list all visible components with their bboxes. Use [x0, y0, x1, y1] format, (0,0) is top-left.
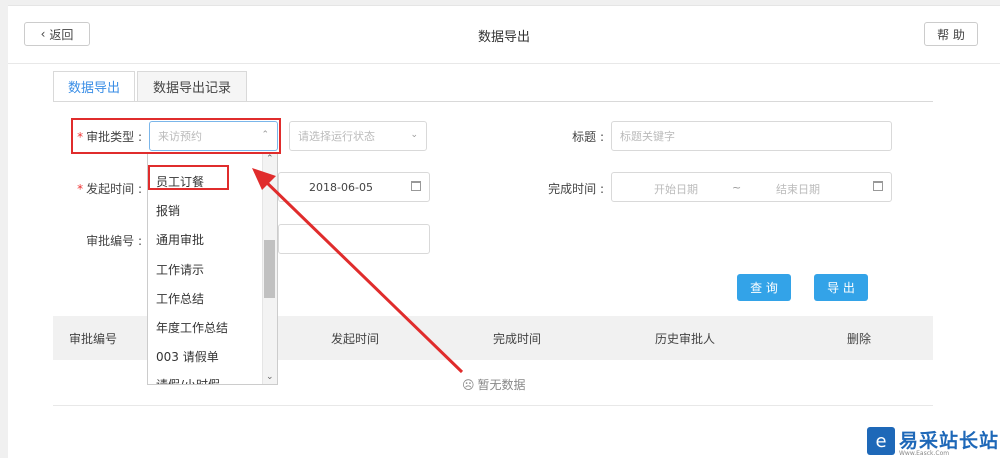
logo-icon: e	[867, 427, 895, 455]
annotation-arrow	[252, 168, 464, 374]
watermark-logo: e 易采站长站 Www.Easck.Com	[864, 424, 1000, 458]
